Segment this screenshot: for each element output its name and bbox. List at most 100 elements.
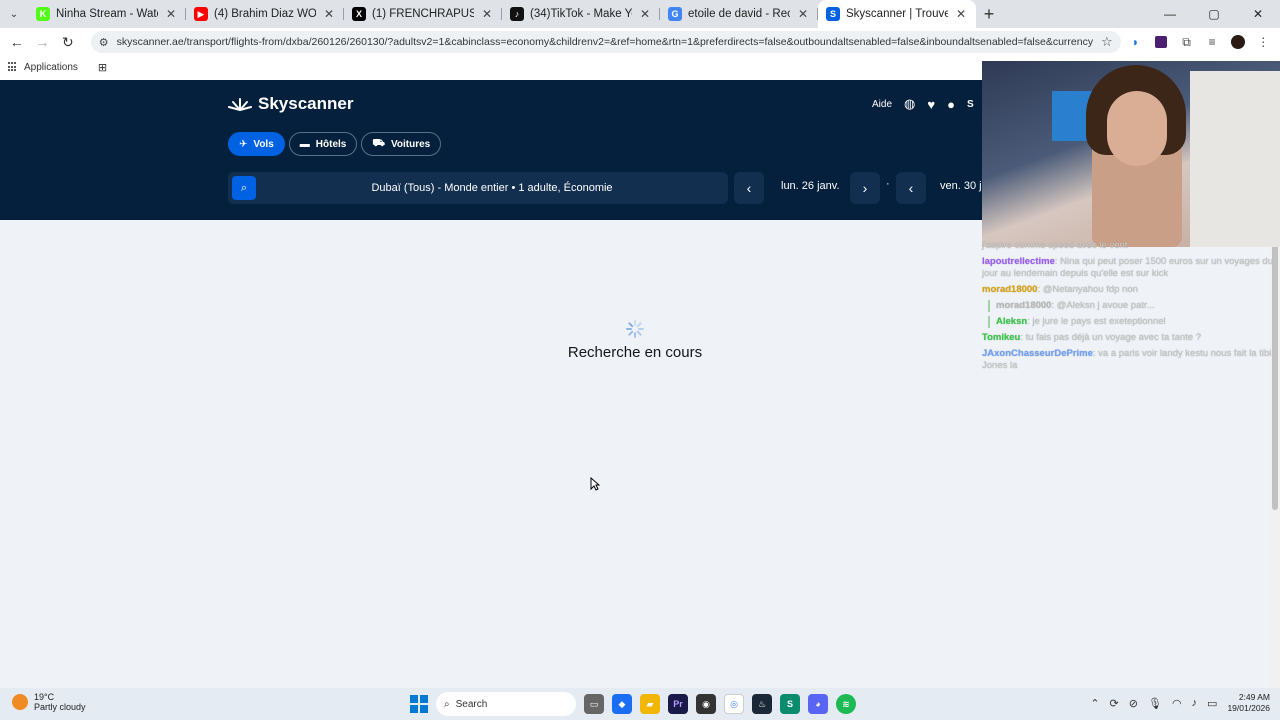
back-arrow-icon[interactable]: ← (6, 31, 28, 53)
sync-icon[interactable]: ⟳ (1110, 697, 1119, 710)
browser-tab[interactable]: ▶ (4) Brahim Diaz WORST penalt ✕ (186, 0, 344, 28)
chat-username[interactable]: Aleksn (996, 316, 1027, 327)
tab-groups-icon[interactable]: ⊞ (98, 61, 107, 74)
chrome-icon[interactable]: ◎ (724, 694, 744, 714)
tab-close-icon[interactable]: ✕ (954, 7, 968, 21)
tab-favicon-icon: S (826, 7, 840, 21)
chip-cars[interactable]: ⛟ Voitures (361, 132, 442, 156)
system-tray: ⌃ ⟳ ⊘ 🎙 ◠ ♪ ▭ 2:49 AM 19/01/2026 (1090, 692, 1270, 714)
chevron-up-icon[interactable]: ⌃ (1090, 697, 1099, 710)
spinner-tick (627, 321, 634, 328)
chrome-menu-icon[interactable]: ⋮ (1253, 31, 1275, 53)
volume-icon[interactable]: ♪ (1192, 697, 1198, 709)
taskbar-search-label: Search (455, 698, 488, 710)
search-icon[interactable]: ⌕ (232, 176, 256, 200)
tab-search-icon[interactable]: ⌄ (0, 0, 28, 28)
maximize-icon[interactable]: ▢ (1192, 0, 1236, 28)
obs-icon[interactable]: ◉ (696, 694, 716, 714)
browser-tab[interactable]: K Ninha Stream - Watch Live on ✕ (28, 0, 186, 28)
tab-close-icon[interactable]: ✕ (638, 7, 652, 21)
help-link[interactable]: Aide (872, 99, 892, 110)
sunrise-logo-icon (228, 98, 252, 111)
search-icon: ⌕ (444, 698, 450, 710)
skyscanner-logo[interactable]: Skyscanner (228, 94, 353, 114)
spinner-tick (627, 330, 634, 337)
close-window-icon[interactable]: ✕ (1236, 0, 1280, 28)
tab-close-icon[interactable]: ✕ (480, 7, 494, 21)
browser-toolbar: ← → ↻ ⚙ skyscanner.ae/transport/flights-… (0, 28, 1280, 56)
url-text[interactable]: skyscanner.ae/transport/flights-from/dxb… (117, 36, 1093, 48)
depart-date[interactable]: lun. 26 janv. (781, 180, 840, 192)
tab-title: (34)TikTok - Make Your Day (530, 8, 632, 20)
weather-condition: Partly cloudy (34, 702, 86, 712)
extensions-puzzle-icon[interactable]: ⧉ (1176, 31, 1198, 53)
search-summary-bar[interactable]: ⌕ Dubaï (Tous) - Monde entier • 1 adulte… (228, 172, 728, 204)
tab-close-icon[interactable]: ✕ (796, 7, 810, 21)
depart-prev-chevron-icon[interactable]: ‹ (734, 172, 764, 204)
chat-username[interactable]: JAxonChasseurDePrime (982, 348, 1093, 359)
browser-tab[interactable]: S Skyscanner | Trouvez le vol pas ✕ (818, 0, 976, 28)
browser-tab-strip: ⌄ K Ninha Stream - Watch Live on ✕ ▶ (4) Bra… (0, 0, 1280, 28)
bookmark-star-icon[interactable]: ☆ (1101, 34, 1113, 50)
chat-message: Aleksn: je jure le pays est exeteptionne… (988, 316, 1274, 328)
globe-icon[interactable]: ◍ (904, 96, 915, 112)
heart-icon[interactable]: ♥ (927, 97, 935, 112)
browser-tab[interactable]: ♪ (34)TikTok - Make Your Day ✕ (502, 0, 660, 28)
network-off-icon[interactable]: ⊘ (1129, 697, 1138, 710)
steam-icon[interactable]: ♨ (752, 694, 772, 714)
tab-list: K Ninha Stream - Watch Live on ✕ ▶ (4) Brahi… (28, 0, 976, 28)
chat-username[interactable]: lapoutrellectime (982, 256, 1055, 267)
windows-start-icon[interactable] (410, 695, 428, 713)
new-tab-button[interactable]: + (976, 0, 1002, 28)
header-actions: Aide ◍ ♥ ● S (872, 96, 974, 112)
browser-tab[interactable]: Getoile de david - Recherche Go ✕ (660, 0, 818, 28)
taskbar-search[interactable]: ⌕ Search (436, 692, 576, 716)
taskbar-apps: ⌕ Search ▭ ◆ ▰ Pr ◉ ◎ ♨ S ◕ ≋ (410, 692, 856, 716)
depart-next-chevron-icon[interactable]: › (850, 172, 880, 204)
minimize-icon[interactable]: — (1148, 0, 1192, 28)
tab-favicon-icon: K (36, 7, 50, 21)
file-explorer-icon[interactable]: ▰ (640, 694, 660, 714)
return-prev-chevron-icon[interactable]: ‹ (896, 172, 926, 204)
chat-message: morad18000: @Netanyahou fdp non (982, 284, 1274, 296)
spotify-icon[interactable]: ≋ (836, 694, 856, 714)
discord-icon[interactable]: ◕ (808, 694, 828, 714)
extension-icon-2[interactable] (1150, 31, 1172, 53)
apps-grid-icon[interactable] (8, 62, 18, 72)
chat-username[interactable]: Tomikeu (982, 332, 1020, 343)
system-clock[interactable]: 2:49 AM 19/01/2026 (1227, 692, 1270, 714)
forward-arrow-icon[interactable]: → (32, 31, 54, 53)
office-app-icon[interactable]: ◆ (612, 694, 632, 714)
chip-hotels[interactable]: ▬ Hôtels (288, 132, 358, 156)
microphone-icon[interactable]: 🎙 (1148, 697, 1162, 710)
chat-username[interactable]: morad18000 (982, 284, 1037, 295)
profile-initial[interactable]: S (967, 99, 974, 110)
media-control-icon[interactable]: ≡ (1201, 31, 1223, 53)
date-separator: · (886, 178, 890, 190)
return-date[interactable]: ven. 30 ja (940, 180, 988, 192)
bed-icon: ▬ (299, 138, 310, 150)
battery-icon[interactable]: ▭ (1207, 697, 1217, 710)
chat-message: Tomikeu: tu fais pas déjà un voyage avec… (982, 332, 1274, 344)
user-icon[interactable]: ● (947, 97, 955, 112)
weather-widget[interactable]: 19°C Partly cloudy (12, 692, 86, 712)
chip-flights[interactable]: ✈ Vols (228, 132, 285, 156)
spinner-tick (636, 321, 643, 328)
tab-title: Ninha Stream - Watch Live on (56, 8, 158, 20)
site-info-icon[interactable]: ⚙ (99, 36, 109, 49)
app-icon-s[interactable]: S (780, 694, 800, 714)
browser-tab[interactable]: X (1) FRENCHRAPUS us sur X : " ✕ (344, 0, 502, 28)
profile-avatar[interactable] (1227, 31, 1249, 53)
address-bar[interactable]: ⚙ skyscanner.ae/transport/flights-from/d… (90, 31, 1121, 53)
bookmark-applications[interactable]: Applications (24, 62, 78, 73)
task-view-icon[interactable]: ▭ (584, 694, 604, 714)
tab-close-icon[interactable]: ✕ (322, 7, 336, 21)
chat-message: JAxonChasseurDePrime: va a paris voir la… (982, 348, 1274, 372)
reload-icon[interactable]: ↻ (57, 31, 79, 53)
streamer-webcam (982, 61, 1280, 247)
extension-icon-1[interactable]: ◗ (1125, 31, 1147, 53)
chat-username[interactable]: morad18000 (996, 300, 1051, 311)
premiere-pro-icon[interactable]: Pr (668, 694, 688, 714)
tab-close-icon[interactable]: ✕ (164, 7, 178, 21)
wifi-icon[interactable]: ◠ (1172, 697, 1182, 710)
